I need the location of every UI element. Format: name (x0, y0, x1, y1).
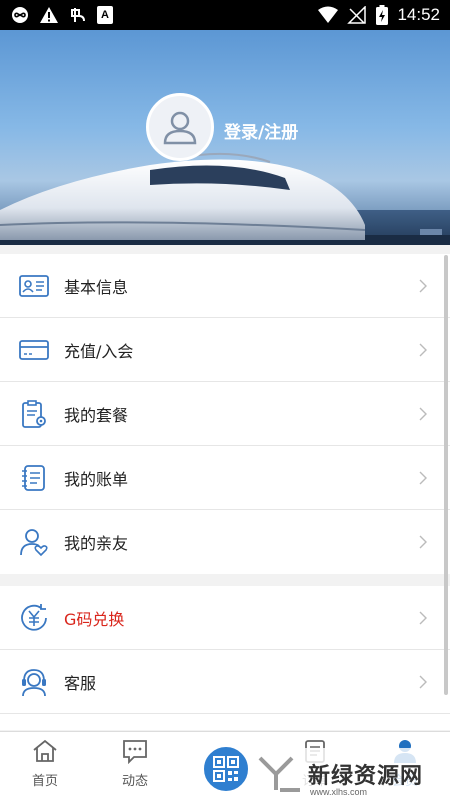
app-badge-icon: A (97, 6, 113, 24)
warning-icon (40, 7, 58, 23)
status-time: 14:52 (397, 5, 440, 24)
nav-updates[interactable]: 动态 (100, 738, 170, 789)
clipboard-gear-icon (18, 398, 50, 430)
chevron-right-icon (419, 471, 427, 484)
chevron-right-icon (419, 279, 427, 292)
chevron-right-icon (419, 675, 427, 688)
menu-group-account: 基本信息 充值/入会 我的套餐 我的账单 我的亲友 (0, 254, 450, 574)
menu-item-recharge[interactable]: 充值/入会 (0, 318, 450, 382)
wifi-icon (318, 6, 339, 23)
profile-header: 登录/注册 (0, 30, 450, 245)
chevron-right-icon (419, 535, 427, 549)
status-bar: A 14:52 (0, 0, 450, 30)
card-icon (18, 334, 50, 366)
menu-item-my-package[interactable]: 我的套餐 (0, 382, 450, 446)
scrollbar[interactable] (444, 255, 448, 695)
avatar[interactable] (146, 93, 214, 161)
menu-item-partial (0, 714, 450, 730)
app-logo-icon (71, 8, 85, 22)
chat-bubble-icon (123, 740, 147, 764)
person-heart-icon (18, 526, 50, 558)
menu-item-my-relatives[interactable]: 我的亲友 (0, 510, 450, 574)
menu-item-basic-info[interactable]: 基本信息 (0, 254, 450, 318)
no-signal-icon (347, 6, 367, 24)
headset-icon (18, 666, 50, 698)
chevron-right-icon (419, 407, 427, 420)
menu-item-my-bill[interactable]: 我的账单 (0, 446, 450, 510)
battery-charging-icon (376, 5, 389, 25)
watermark: 新绿资源网 www.xlhs.com (250, 748, 450, 800)
chevron-right-icon (419, 611, 427, 624)
watermark-logo-icon (258, 756, 300, 792)
user-icon (163, 111, 197, 145)
yen-exchange-icon (18, 602, 50, 634)
scan-qr-button[interactable] (201, 744, 251, 794)
menu-group-services: G码兑换 客服 (0, 586, 450, 730)
notebook-icon (18, 462, 50, 494)
login-register-link[interactable]: 登录/注册 (224, 118, 298, 143)
qr-code-icon (213, 756, 239, 782)
chevron-right-icon (419, 343, 427, 356)
home-icon (33, 739, 57, 762)
nav-home[interactable]: 首页 (10, 738, 80, 789)
menu-item-g-code-redeem[interactable]: G码兑换 (0, 586, 450, 650)
id-card-icon (18, 270, 50, 302)
infinity-icon (12, 7, 28, 23)
menu-item-customer-service[interactable]: 客服 (0, 650, 450, 714)
